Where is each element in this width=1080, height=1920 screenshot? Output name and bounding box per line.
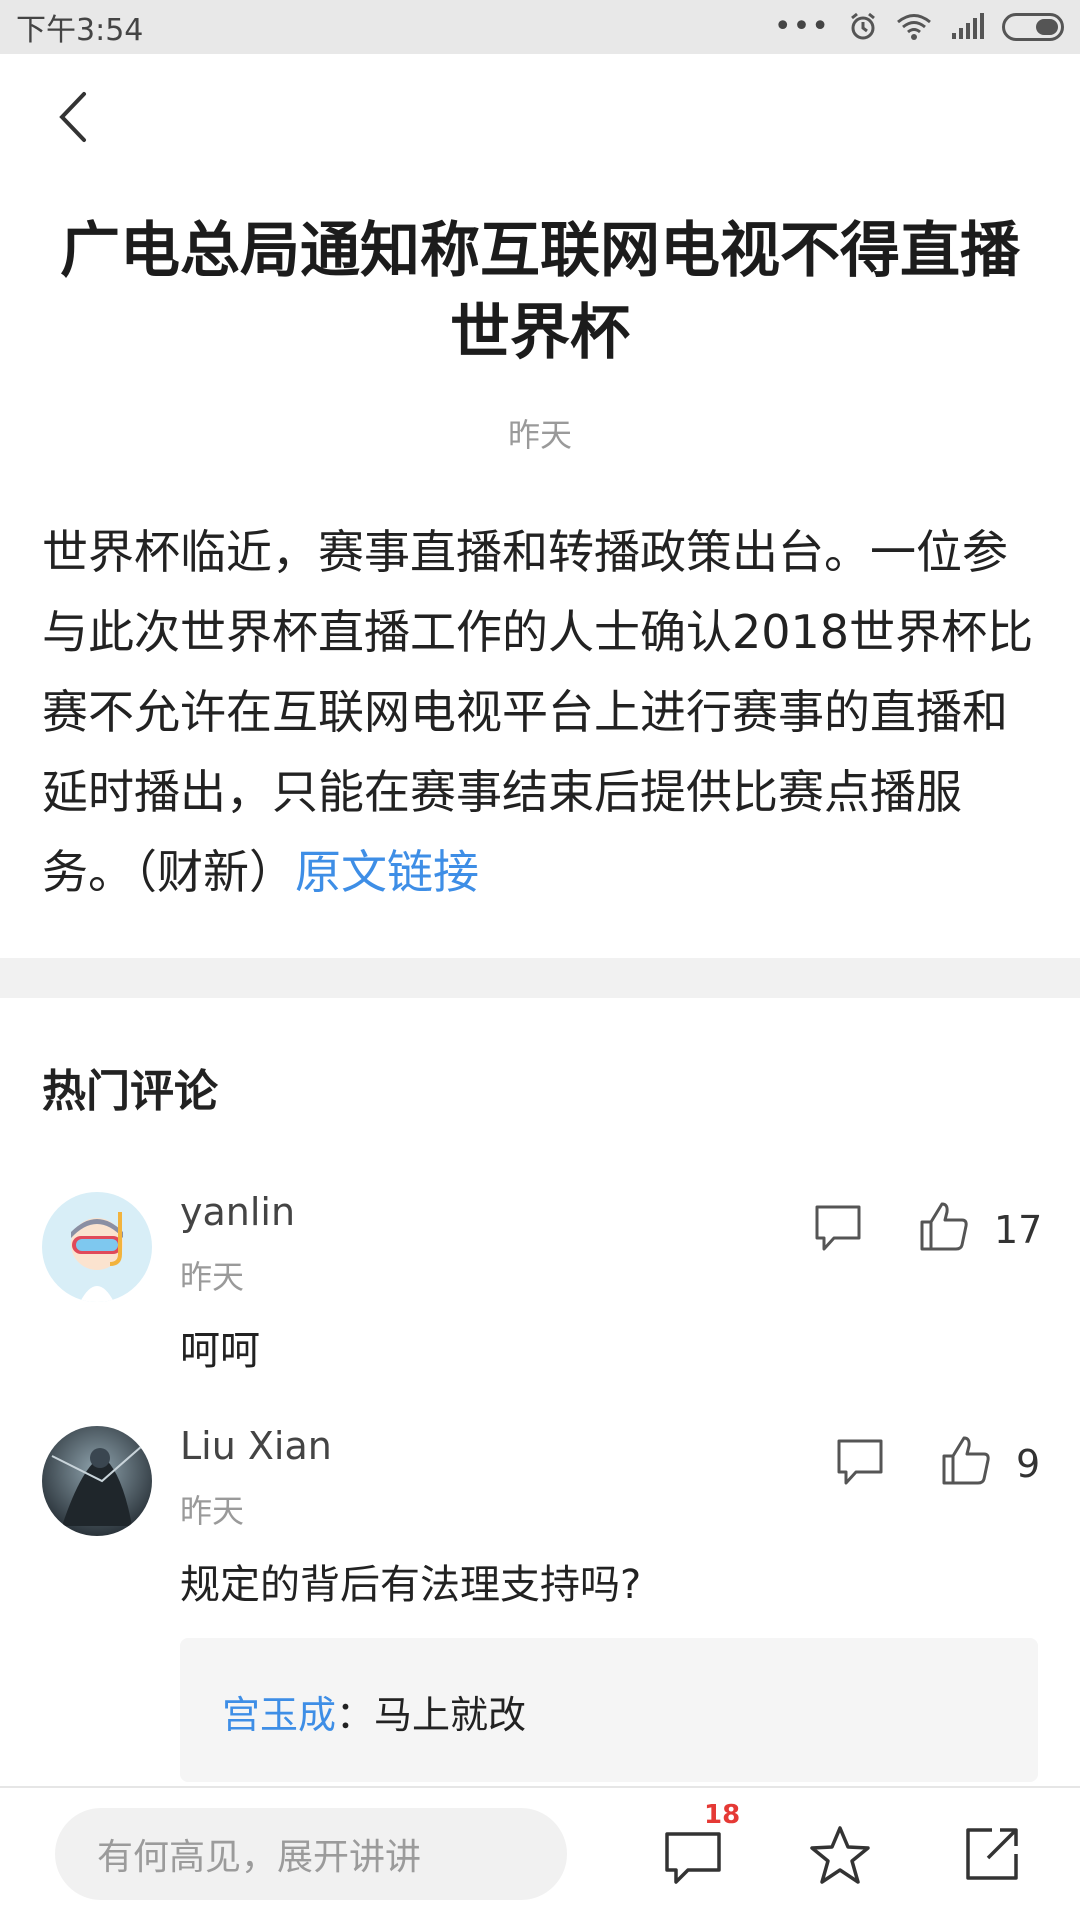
reply-box[interactable]: 宫玉成：马上就改 (180, 1638, 1038, 1782)
avatar[interactable] (42, 1192, 152, 1302)
article-body: 世界杯临近，赛事直播和转播政策出台。一位参与此次世界杯直播工作的人士确认2018… (42, 512, 1042, 912)
article-date: 昨天 (507, 416, 572, 454)
reply-author[interactable]: 宫玉成 (222, 1693, 336, 1737)
star-icon[interactable] (808, 1824, 872, 1888)
reply-icon[interactable] (814, 1204, 862, 1254)
article-text: 世界杯临近，赛事直播和转播政策出台。一位参与此次世界杯直播工作的人士确认2018… (42, 525, 1034, 899)
status-bar: 下午3:54 ••• (0, 0, 1080, 54)
comment-author[interactable]: Liu Xian (180, 1424, 332, 1468)
more-dots-icon: ••• (773, 9, 830, 44)
reply-icon[interactable] (836, 1438, 884, 1488)
avatar[interactable] (42, 1426, 152, 1536)
share-icon[interactable] (962, 1824, 1022, 1884)
like-icon[interactable] (940, 1434, 992, 1486)
source-link[interactable]: 原文链接 (295, 845, 479, 899)
section-divider (0, 958, 1080, 998)
wifi-icon (897, 14, 931, 40)
comment-text: 呵呵 (180, 1328, 260, 1374)
hot-comments-title: 热门评论 (42, 1066, 218, 1117)
signal-icon (952, 13, 984, 39)
battery-icon (1002, 13, 1064, 41)
comment-author[interactable]: yanlin (180, 1190, 295, 1234)
like-icon[interactable] (918, 1200, 970, 1252)
bottom-bar: 有何高见，展开讲讲 18 (0, 1786, 1080, 1920)
comment-time: 昨天 (180, 1258, 245, 1296)
status-time: 下午3:54 (16, 13, 144, 48)
reply-content: 宫玉成：马上就改 (222, 1684, 526, 1739)
back-icon[interactable] (50, 88, 98, 146)
like-count: 17 (994, 1208, 1043, 1252)
status-icons: ••• (774, 12, 1064, 42)
reply-text: 马上就改 (374, 1693, 527, 1737)
reply-separator: ： (336, 1693, 375, 1737)
comment-icon[interactable] (664, 1828, 722, 1886)
alarm-icon (851, 12, 875, 40)
comment-time: 昨天 (180, 1492, 245, 1530)
comment-input-placeholder: 有何高见，展开讲讲 (97, 1837, 422, 1878)
article-title: 广电总局通知称互联网电视不得直播世界杯 (60, 216, 1020, 368)
comment-text: 规定的背后有法理支持吗? (180, 1562, 642, 1608)
comment-count-badge: 18 (704, 1800, 741, 1830)
like-count: 9 (1016, 1442, 1041, 1486)
comment-input[interactable]: 有何高见，展开讲讲 (55, 1808, 567, 1900)
